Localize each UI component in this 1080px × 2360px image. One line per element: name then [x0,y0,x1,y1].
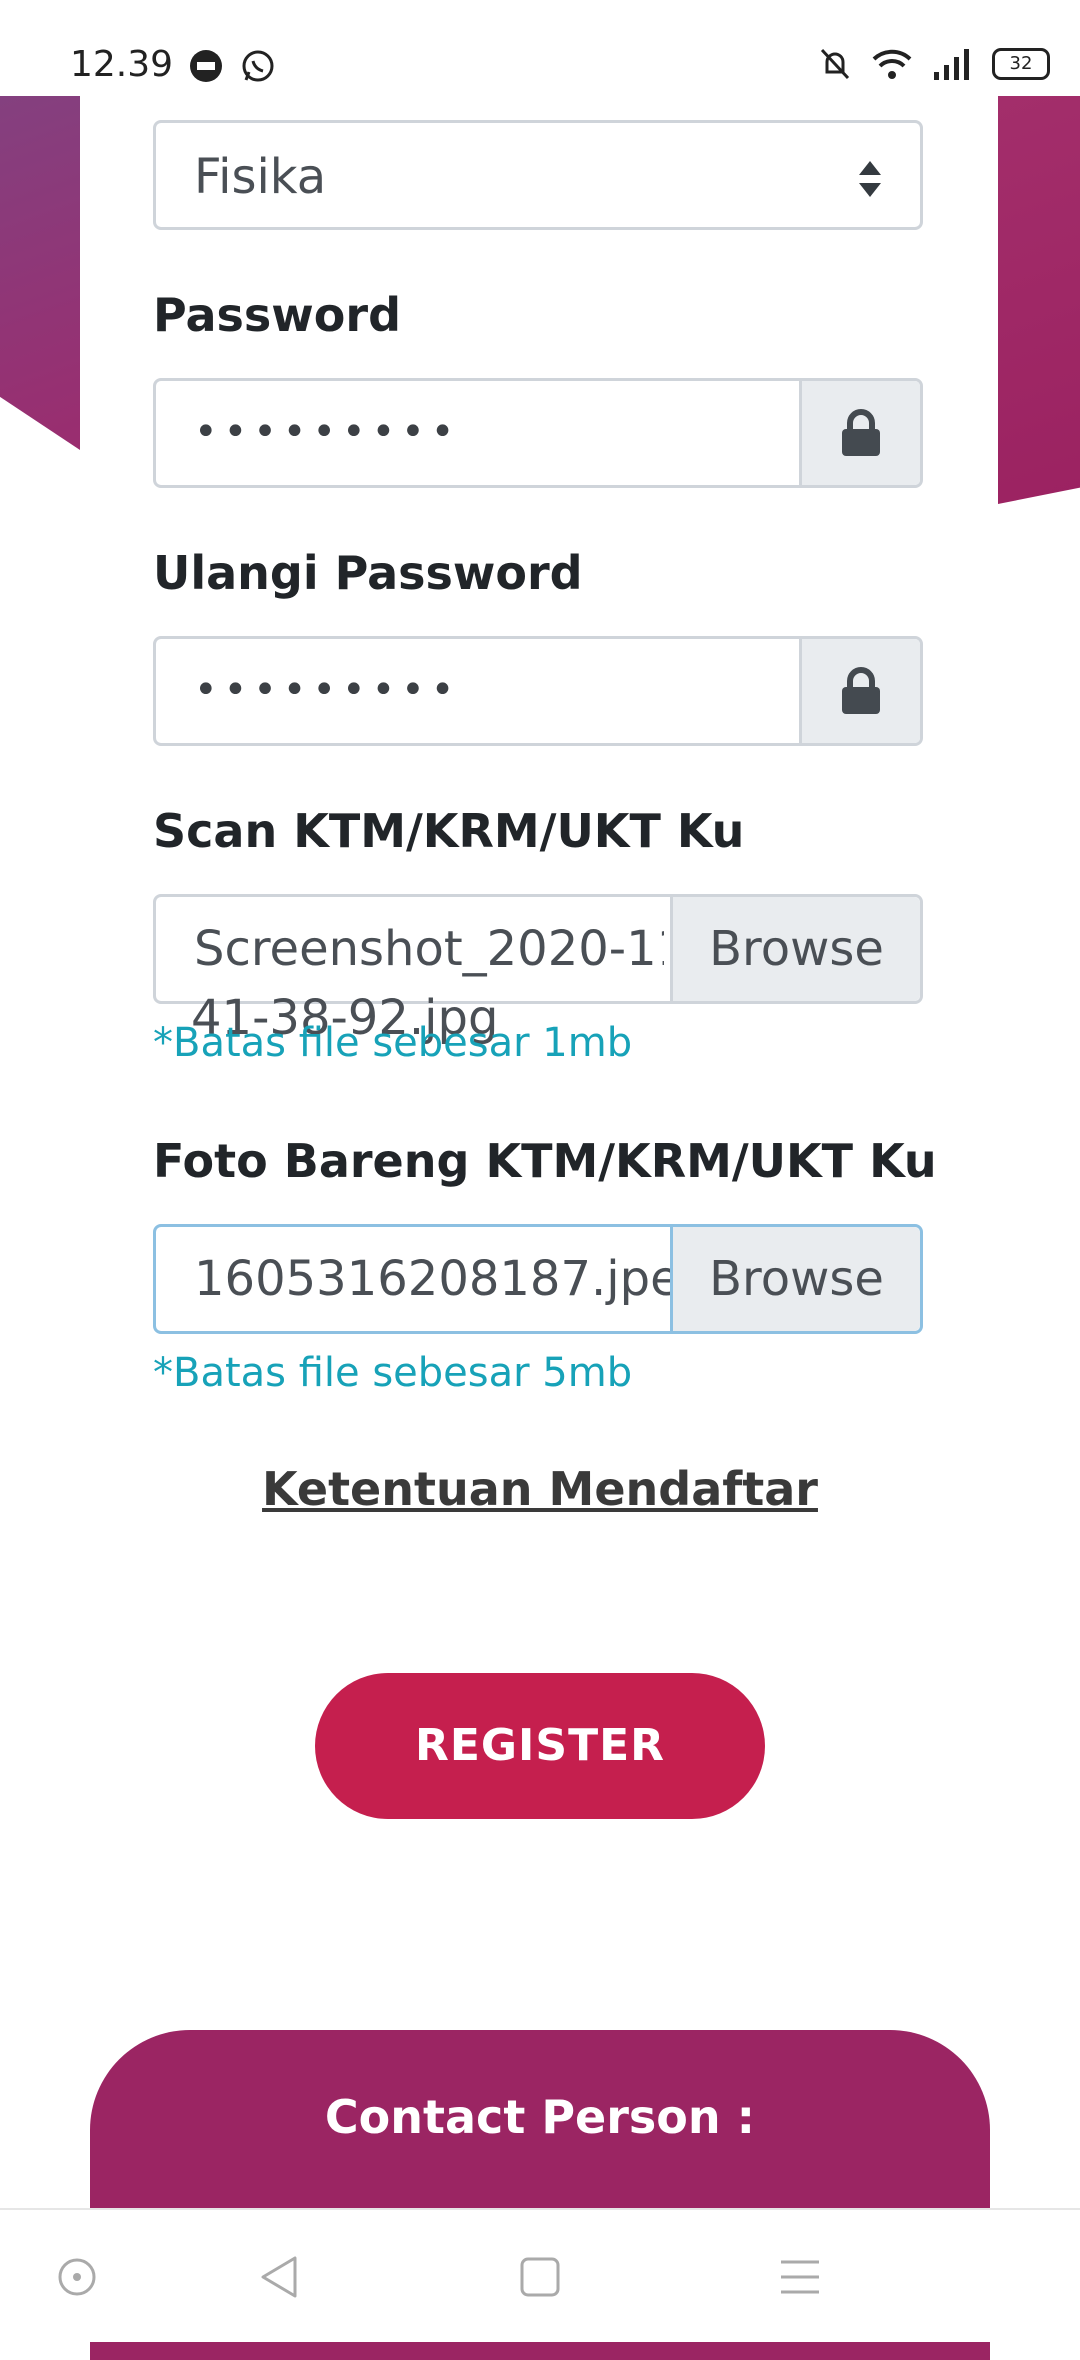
repeat-password-addon [799,639,920,743]
navigation-bar [0,2208,1080,2342]
password-value: ••••••••• [194,409,461,455]
assistant-icon[interactable] [50,2250,104,2304]
wifi-icon [872,49,912,79]
decorative-shape-left [0,96,80,450]
status-icons: 32 [818,44,1050,84]
scan-ktm-file-input[interactable]: Screenshot_2020-11- Browse [153,894,923,1004]
password-addon [799,381,920,485]
repeat-password-value: ••••••••• [194,667,461,713]
scan-ktm-hint: *Batas file sebesar 1mb [153,1020,633,1066]
photo-ktm-filename: 1605316208187.jpeg [194,1251,711,1307]
menu-icon[interactable] [773,2250,827,2304]
photo-ktm-browse-button[interactable]: Browse [670,1227,920,1331]
decorative-shape-right [998,96,1080,504]
password-field[interactable]: ••••••••• [153,378,923,488]
back-icon[interactable] [253,2250,307,2304]
status-time: 12.39 [70,44,174,85]
photo-ktm-label: Foto Bareng KTM/KRM/UKT Ku [153,1134,937,1188]
bell-muted-icon [820,48,850,80]
status-bar: 12.39 32 [0,0,1080,96]
lock-icon [842,667,880,714]
line-icon [190,50,222,82]
scan-ktm-filename: Screenshot_2020-11- [194,921,664,977]
photo-ktm-file-input[interactable]: 1605316208187.jpeg Browse [153,1224,923,1334]
major-select[interactable]: Fisika [153,120,923,230]
repeat-password-label: Ulangi Password [153,546,583,600]
repeat-password-field[interactable]: ••••••••• [153,636,923,746]
scan-ktm-label: Scan KTM/KRM/UKT Ku [153,804,745,858]
photo-ktm-hint: *Batas file sebesar 5mb [153,1350,633,1396]
scan-ktm-browse-button[interactable]: Browse [670,897,920,1001]
home-icon[interactable] [513,2250,567,2304]
signal-icon [934,49,969,80]
lock-icon [842,409,880,456]
password-label: Password [153,288,401,342]
contact-title: Contact Person : [324,2090,756,2144]
battery-icon: 32 [992,48,1050,80]
select-arrows-icon [859,161,881,197]
terms-link[interactable]: Ketentuan Mendaftar [0,1462,1080,1516]
register-button[interactable]: REGISTER [315,1673,765,1819]
whatsapp-icon [242,50,274,82]
major-select-value: Fisika [194,149,327,205]
